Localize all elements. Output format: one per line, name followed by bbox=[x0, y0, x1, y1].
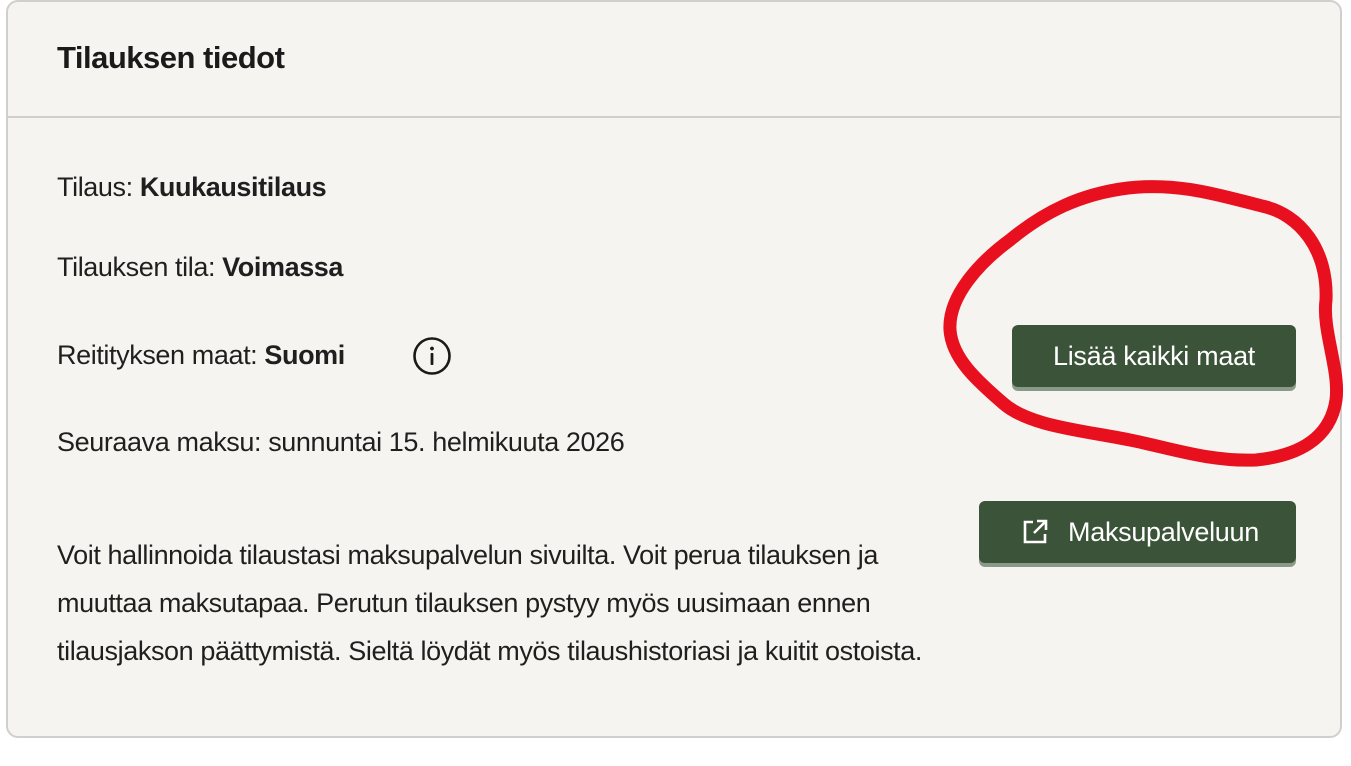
countries-value: Suomi bbox=[264, 340, 345, 370]
card-header: Tilauksen tiedot bbox=[8, 2, 1340, 118]
info-icon[interactable] bbox=[412, 336, 452, 376]
external-link-icon bbox=[1023, 519, 1048, 544]
payment-service-label: Maksupalveluun bbox=[1068, 516, 1259, 547]
countries-label: Reitityksen maat: bbox=[57, 340, 265, 370]
status-value: Voimassa bbox=[222, 252, 344, 282]
plan-value: Kuukausitilaus bbox=[139, 172, 327, 202]
add-all-countries-button[interactable]: Lisää kaikki maat bbox=[1012, 325, 1296, 387]
subscription-plan-row: Tilaus: Kuukausitilaus bbox=[57, 172, 327, 203]
routing-countries-row: Reitityksen maat: Suomi bbox=[57, 340, 345, 371]
plan-label: Tilaus: bbox=[57, 172, 140, 202]
next-payment-row: Seuraava maksu: sunnuntai 15. helmikuuta… bbox=[57, 427, 625, 457]
card-title: Tilauksen tiedot bbox=[57, 40, 285, 75]
payment-service-button[interactable]: Maksupalveluun bbox=[979, 501, 1296, 563]
status-label: Tilauksen tila: bbox=[57, 252, 223, 282]
subscription-status-row: Tilauksen tila: Voimassa bbox=[57, 252, 343, 283]
subscription-details-card: Tilauksen tiedot Tilaus: Kuukausitilaus … bbox=[6, 0, 1342, 738]
payment-service-description: Voit hallinnoida tilaustasi maksupalvelu… bbox=[57, 540, 922, 666]
